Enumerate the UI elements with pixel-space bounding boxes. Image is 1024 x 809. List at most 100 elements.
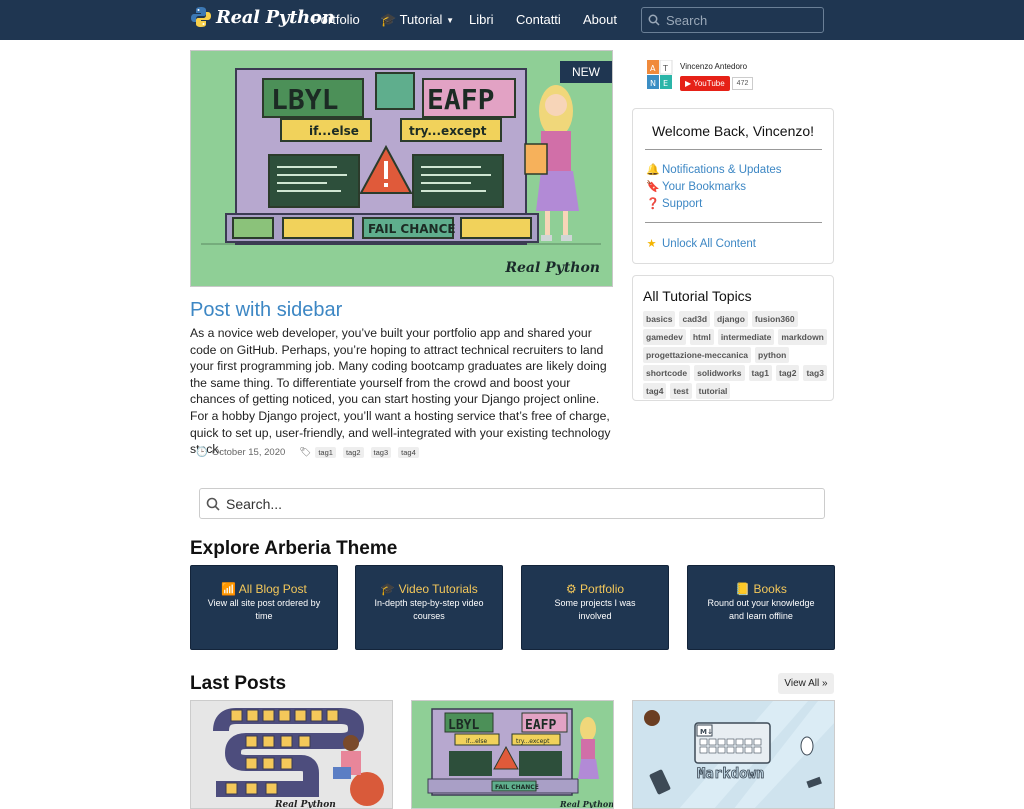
nav-contatti[interactable]: Contatti: [516, 12, 561, 27]
thumb-text-lbyl: LBYL: [448, 718, 479, 733]
post-tag[interactable]: tag4: [398, 447, 419, 458]
hero-text-lbyl: LBYL: [271, 83, 338, 116]
topic-tag[interactable]: gamedev: [643, 329, 686, 345]
topic-tag[interactable]: tutorial: [695, 383, 731, 399]
nav-portfolio[interactable]: Portfolio: [312, 12, 360, 27]
subscriber-count: 472: [731, 77, 754, 90]
author-name: Vincenzo Antedoro: [680, 62, 748, 71]
explore-card-title: 🎓 Video Tutorials: [356, 582, 502, 596]
thumb-signature: Real Python: [274, 800, 336, 809]
topic-tag[interactable]: basics: [643, 311, 676, 327]
divider: [645, 222, 822, 223]
question-circle-icon: ❓: [646, 198, 660, 210]
hero-text-fail: FAIL CHANCE: [368, 222, 456, 236]
graduation-cap-icon: 🎓: [380, 582, 396, 596]
search-icon: [206, 497, 220, 511]
avatar-letter: E: [663, 79, 668, 88]
explore-card-title: 📒 Books: [688, 582, 834, 596]
post-meta: 🕒 October 15, 2020 🏷 tag1 tag2 tag3 tag4: [196, 447, 422, 458]
notifications-link[interactable]: 🔔 Notifications & Updates: [646, 163, 782, 177]
explore-card-title: ⚙ Portfolio: [522, 582, 668, 596]
book-icon: 📒: [735, 582, 751, 596]
youtube-subscribe: ▶ YouTube 472: [680, 76, 754, 91]
author-widget: A T N E Vincenzo Antedoro ▶ YouTube 472: [647, 59, 754, 95]
explore-heading: Explore Arberia Theme: [190, 538, 398, 559]
nav-search-box: [641, 7, 824, 33]
post-tag[interactable]: tag3: [370, 447, 392, 458]
post-thumbnail[interactable]: LBYL EAFP if...else try...except FAIL CH…: [411, 700, 614, 809]
hero-text-if: if...else: [309, 124, 359, 138]
post-thumbnail-image: Real Python: [191, 701, 392, 809]
topics-title: All Tutorial Topics: [643, 288, 752, 304]
avatar-letter: T: [662, 64, 668, 73]
explore-card-books[interactable]: 📒 Books Round out your knowledge and lea…: [687, 565, 835, 650]
navbar: Real Python Portfolio 🎓 Tutorial ▼ Libri…: [0, 0, 1024, 40]
hero-text-eafp: EAFP: [427, 83, 494, 116]
post-thumbnail-image: LBYL EAFP if...else try...except FAIL CH…: [412, 701, 613, 808]
topic-tag[interactable]: python: [755, 347, 790, 363]
main-search-box: [199, 488, 825, 519]
clock-icon: 🕒: [196, 447, 208, 458]
topic-tag[interactable]: markdown: [778, 329, 827, 345]
new-badge: NEW: [560, 61, 612, 83]
topic-tag[interactable]: intermediate: [717, 329, 775, 345]
project-diagram-icon: ⚙: [565, 582, 577, 596]
topic-tag[interactable]: fusion360: [751, 311, 798, 327]
topics-card: All Tutorial Topics basics cad3d django …: [632, 275, 834, 401]
support-link[interactable]: ❓ Support: [646, 197, 702, 211]
nav-search-input[interactable]: [666, 12, 816, 28]
nav-about[interactable]: About: [583, 12, 617, 27]
star-icon: ★: [646, 238, 657, 250]
topic-tag[interactable]: tag2: [775, 365, 800, 381]
thumb-text-if: if...else: [466, 738, 488, 745]
thumb-text-eafp: EAFP: [525, 718, 556, 733]
topic-tag[interactable]: cad3d: [679, 311, 711, 327]
post-thumbnail[interactable]: Real Python: [190, 700, 393, 809]
thumb-text-fail: FAIL CHANCE: [495, 784, 539, 791]
youtube-label: YouTube: [693, 79, 725, 88]
hero-image[interactable]: LBYL EAFP if...else try...except FAIL CH…: [190, 50, 613, 287]
explore-card-title-text: Books: [753, 582, 787, 596]
welcome-title: Welcome Back, Vincenzo!: [651, 123, 815, 139]
explore-card-title-text: All Blog Post: [238, 582, 307, 596]
topic-tag[interactable]: tag4: [643, 383, 667, 399]
thumb-text-try: try...except: [516, 738, 550, 745]
topic-tag[interactable]: tag1: [748, 365, 772, 381]
explore-card-title-text: Portfolio: [580, 582, 625, 596]
post-thumbnail-image: M↓ Markdown: [633, 701, 834, 808]
bookmarks-link[interactable]: 🔖 Your Bookmarks: [646, 180, 746, 194]
graduation-cap-icon: 🎓: [380, 12, 397, 27]
unlock-label: Unlock All Content: [662, 237, 756, 250]
main-search-input[interactable]: [226, 495, 806, 512]
nav-tutorial[interactable]: 🎓 Tutorial ▼: [380, 12, 454, 28]
view-all-button[interactable]: View All »: [778, 673, 834, 694]
topic-tags: basics cad3d django fusion360 gamedev ht…: [643, 311, 828, 399]
topic-tag[interactable]: tag3: [803, 365, 827, 381]
caret-down-icon: ▼: [446, 16, 454, 26]
explore-card-video[interactable]: 🎓 Video Tutorials In-depth step-by-step …: [355, 565, 503, 650]
rss-icon: 📶: [221, 582, 237, 596]
divider: [645, 149, 822, 150]
topic-tag[interactable]: progettazione-meccanica: [643, 347, 752, 363]
topic-tag[interactable]: html: [689, 329, 714, 345]
youtube-play-icon: ▶: [685, 79, 692, 88]
topic-tag[interactable]: solidworks: [694, 365, 745, 381]
explore-card-portfolio[interactable]: ⚙ Portfolio Some projects I was involved: [521, 565, 669, 650]
topic-tag[interactable]: shortcode: [643, 365, 691, 381]
unlock-content-link[interactable]: ★ Unlock All Content: [646, 237, 756, 251]
explore-card-desc: Some projects I was involved: [554, 598, 636, 621]
notifications-label: Notifications & Updates: [662, 163, 782, 176]
youtube-button[interactable]: ▶ YouTube: [680, 76, 730, 91]
tags-icon: 🏷: [299, 447, 312, 458]
explore-card-blog[interactable]: 📶 All Blog Post View all site post order…: [190, 565, 338, 650]
thumb-markdown-badge: M↓: [700, 728, 713, 736]
nav-libri[interactable]: Libri: [469, 12, 494, 27]
topic-tag[interactable]: django: [714, 311, 748, 327]
post-thumbnail[interactable]: M↓ Markdown: [632, 700, 835, 809]
avatar[interactable]: A T N E: [647, 59, 673, 90]
post-tag[interactable]: tag1: [315, 447, 336, 458]
post-tag[interactable]: tag2: [342, 447, 364, 458]
post-title-link[interactable]: Post with sidebar: [190, 299, 342, 322]
explore-card-title-text: Video Tutorials: [398, 582, 478, 596]
topic-tag[interactable]: test: [670, 383, 692, 399]
